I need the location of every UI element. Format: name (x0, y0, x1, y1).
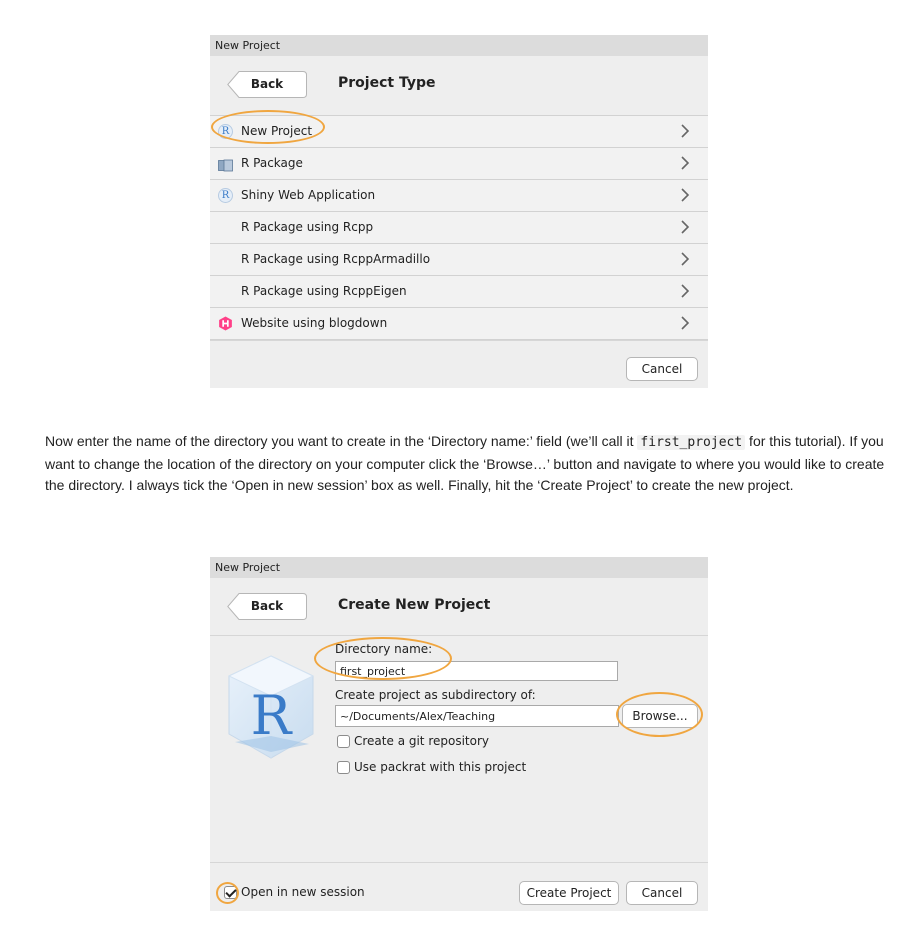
hugo-icon (219, 316, 232, 331)
list-item-label: R Package using RcppEigen (241, 284, 407, 298)
chevron-right-icon (681, 284, 690, 298)
list-item-label: R Package using RcppArmadillo (241, 252, 431, 266)
highlight-ring-new-project (211, 110, 325, 144)
back-button-label: Back (250, 599, 284, 613)
window-title: New Project (210, 35, 708, 56)
cancel-button[interactable]: Cancel (626, 881, 698, 905)
list-item-label: R Package (241, 156, 303, 170)
r-cube-logo-icon: R (227, 655, 315, 759)
chevron-right-icon (681, 316, 690, 330)
chevron-right-icon (681, 124, 690, 138)
header-divider (210, 635, 708, 636)
chevron-right-icon (681, 252, 690, 266)
project-type-list: R New Project R Package R Shiny Web Appl… (210, 115, 708, 340)
list-item-r-package[interactable]: R Package (210, 148, 708, 180)
subdirectory-label: Create project as subdirectory of: (335, 688, 536, 702)
footer-divider (210, 340, 708, 341)
git-repository-label: Create a git repository (354, 734, 490, 748)
list-item-rcpp[interactable]: R Package using Rcpp (210, 212, 708, 244)
subdirectory-input[interactable]: ~/Documents/Alex/Teaching (335, 705, 619, 727)
chevron-right-icon (681, 188, 690, 202)
back-button[interactable]: Back (227, 71, 307, 98)
paragraph-text-start: Now enter the name of the directory you … (45, 433, 638, 449)
list-item-shiny-app[interactable]: R Shiny Web Application (210, 180, 708, 212)
back-button-label: Back (250, 77, 284, 91)
window-title: New Project (210, 557, 708, 578)
list-item-label: Shiny Web Application (241, 188, 376, 202)
r-logo-icon: R (218, 188, 233, 203)
open-new-session-label: Open in new session (241, 885, 365, 899)
page-title: Project Type (338, 75, 436, 91)
list-item-label: R Package using Rcpp (241, 220, 374, 234)
highlight-ring-directory-name (314, 637, 452, 680)
list-item-rcpparmadillo[interactable]: R Package using RcppArmadillo (210, 244, 708, 276)
chevron-right-icon (681, 220, 690, 234)
packrat-checkbox[interactable] (337, 761, 350, 774)
list-item-label: Website using blogdown (241, 316, 388, 330)
chevron-right-icon (681, 156, 690, 170)
list-item-rcppeigen[interactable]: R Package using RcppEigen (210, 276, 708, 308)
highlight-ring-open-session (216, 882, 239, 904)
highlight-ring-browse (616, 692, 703, 737)
packrat-label: Use packrat with this project (354, 760, 527, 774)
footer-divider (210, 862, 708, 863)
page-title: Create New Project (338, 597, 491, 613)
create-project-button[interactable]: Create Project (519, 881, 619, 905)
git-repository-checkbox[interactable] (337, 735, 350, 748)
list-item-blogdown[interactable]: Website using blogdown (210, 308, 708, 340)
package-icon (218, 159, 233, 172)
cancel-button[interactable]: Cancel (626, 357, 698, 381)
back-button[interactable]: Back (227, 593, 307, 620)
create-project-dialog: New Project Back Create New Project R Di… (210, 557, 708, 911)
instruction-paragraph: Now enter the name of the directory you … (45, 431, 895, 497)
project-type-dialog: New Project Back Project Type R New Proj… (210, 35, 708, 388)
inline-code: first_project (637, 435, 746, 450)
